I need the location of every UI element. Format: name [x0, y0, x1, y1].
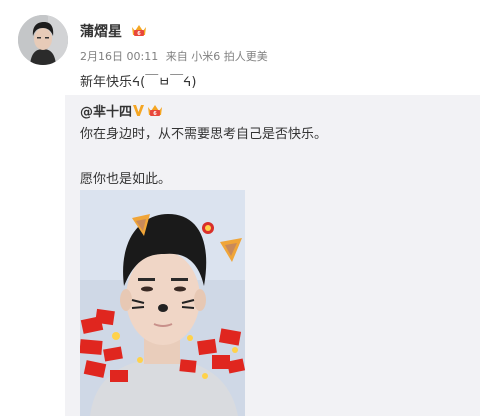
post-time[interactable]: 2月16日 00:11 [80, 50, 158, 63]
post-meta: 2月16日 00:11 来自 小米6 拍人更美 [80, 48, 268, 64]
repost-text-line-1: 你在身边时，从不需要思考自己是否快乐。 [80, 127, 328, 142]
svg-text:6: 6 [137, 31, 141, 37]
verified-v-icon[interactable] [132, 102, 145, 116]
membership-crown-icon[interactable]: 6 [147, 102, 163, 117]
svg-text:6: 6 [153, 111, 157, 117]
author-name[interactable]: 蒲熠星 [80, 21, 122, 41]
post-content: 新年快乐ᔦ(￣ㅂ￣ᔦ) [80, 75, 197, 90]
membership-crown-icon[interactable]: 6 [131, 22, 147, 37]
repost-photo[interactable] [80, 190, 245, 416]
repost-text-line-2: 愿你也是如此。 [80, 172, 172, 187]
post-source[interactable]: 小米6 拍人更美 [191, 50, 268, 63]
avatar[interactable] [18, 15, 68, 65]
weibo-post: 蒲熠星 6 2月16日 00:11 来自 小米6 拍人更美 新年快乐ᔦ(￣ㅂ￣ᔦ… [0, 0, 480, 416]
repost-author[interactable]: @芈十四 [80, 101, 132, 120]
source-prefix: 来自 [165, 50, 188, 63]
